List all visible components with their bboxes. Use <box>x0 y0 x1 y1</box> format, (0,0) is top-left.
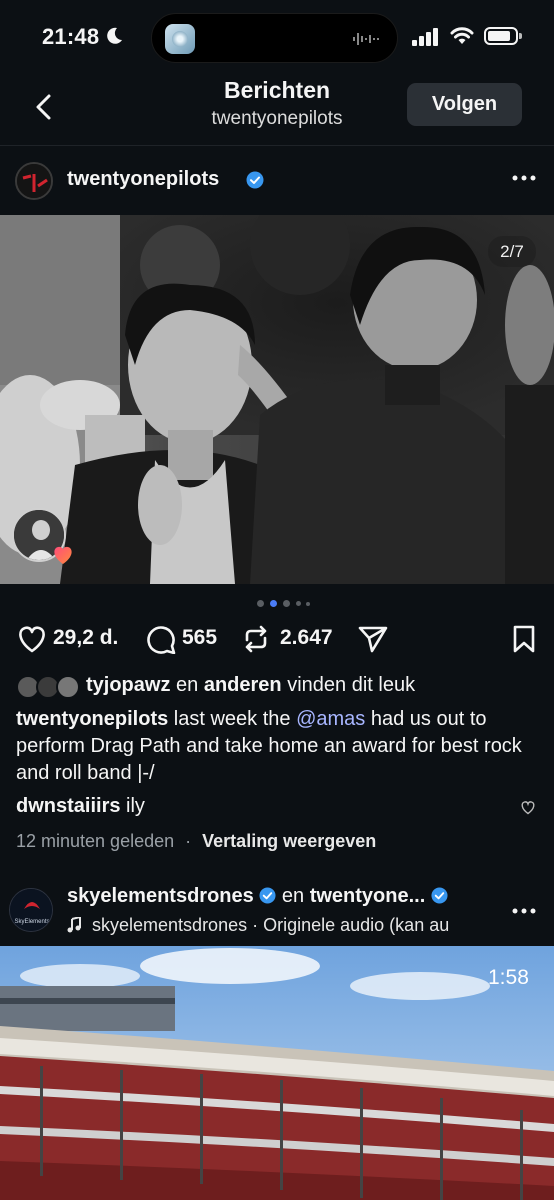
liked-by-connector: en <box>176 674 199 696</box>
video-duration: 1:58 <box>488 966 529 989</box>
avatar[interactable]: SkyElements <box>9 888 53 932</box>
photo-illustration <box>0 215 554 584</box>
carousel-dot <box>306 602 310 606</box>
comments-count[interactable]: 565 <box>182 626 217 650</box>
status-bar: 21:48 <box>0 0 554 74</box>
next-post-connector: en <box>281 885 305 907</box>
next-post-header: SkyElements skyelementsdrones en twentyo… <box>0 878 554 946</box>
band-logo-icon <box>17 164 51 198</box>
liked-by-suffix: vinden dit leuk <box>287 674 416 696</box>
bookmark-icon[interactable] <box>512 624 536 654</box>
more-icon[interactable] <box>512 175 536 181</box>
post-caption: twentyonepilots last week the @amas had … <box>16 706 540 787</box>
audio-user: skyelementsdrones <box>92 915 248 935</box>
dynamic-island[interactable] <box>151 13 398 63</box>
carousel-dot-active <box>270 600 277 607</box>
post-header: twentyonepilots <box>0 147 554 215</box>
top-comment: dwnstaiiirs ily <box>16 795 145 818</box>
liked-by-others[interactable]: anderen <box>204 674 282 696</box>
more-icon[interactable] <box>512 908 536 914</box>
skyelements-logo-icon: SkyElements <box>10 889 52 931</box>
carousel-dot <box>257 600 264 607</box>
stadium-video-frame <box>0 946 554 1200</box>
wifi-icon <box>450 27 474 44</box>
action-bar: 29,2 d. 565 2.647 <box>0 620 554 660</box>
verified-badge-icon <box>246 171 264 189</box>
liked-by-text: tyjopawz en anderen vinden dit leuk <box>86 674 415 697</box>
post-username[interactable]: twentyonepilots <box>67 168 219 191</box>
avatar <box>56 675 80 699</box>
next-post-users: skyelementsdrones en twentyone... <box>67 885 448 908</box>
comment-text: ily <box>126 795 145 817</box>
heart-badge-icon <box>54 546 72 564</box>
next-post-user1[interactable]: skyelementsdrones <box>67 885 254 907</box>
battery-icon <box>484 27 522 45</box>
caption-mention[interactable]: @amas <box>296 708 365 730</box>
carousel-dot <box>283 600 290 607</box>
image-counter: 2/7 <box>488 236 536 267</box>
share-icon[interactable] <box>357 624 389 654</box>
verified-badge-icon <box>259 887 276 904</box>
post-video[interactable] <box>0 946 554 1200</box>
reposts-count[interactable]: 2.647 <box>280 626 333 650</box>
liked-by-user[interactable]: tyjopawz <box>86 674 170 696</box>
verified-badge-icon <box>431 887 448 904</box>
heart-icon[interactable] <box>16 624 48 654</box>
repost-icon[interactable] <box>241 624 271 654</box>
audio-attribution[interactable]: skyelementsdrones · Originele audio (kan… <box>67 915 497 936</box>
signal-icon <box>412 28 438 46</box>
now-playing-app-icon <box>165 24 195 54</box>
caption-username[interactable]: twentyonepilots <box>16 708 168 730</box>
translate-link[interactable]: Vertaling weergeven <box>202 831 376 851</box>
likes-count[interactable]: 29,2 d. <box>53 626 118 650</box>
audio-wave-icon <box>353 33 379 45</box>
nav-header: Berichten twentyonepilots Volgen <box>0 74 554 146</box>
audio-text: · Originele audio (kan au <box>252 915 450 935</box>
caption-text-before: last week the <box>173 708 291 730</box>
avatar[interactable] <box>15 162 53 200</box>
comment-like-heart-icon[interactable] <box>520 800 536 815</box>
music-note-icon <box>67 915 81 933</box>
comment-icon[interactable] <box>145 624 177 654</box>
meta-separator: · <box>185 831 192 851</box>
liked-by-avatars <box>16 675 82 699</box>
comment-username[interactable]: dwnstaiiirs <box>16 795 120 817</box>
follow-button[interactable]: Volgen <box>407 83 522 126</box>
avatar-logo-text: SkyElements <box>14 919 49 925</box>
carousel-dot <box>296 601 301 606</box>
next-post-user2[interactable]: twentyone... <box>310 885 426 907</box>
status-time: 21:48 <box>42 24 100 49</box>
moon-icon <box>107 27 122 44</box>
post-timestamp: 12 minuten geleden <box>16 831 175 851</box>
post-meta: 12 minuten geleden · Vertaling weergeven <box>16 831 376 852</box>
post-image[interactable] <box>0 215 554 584</box>
